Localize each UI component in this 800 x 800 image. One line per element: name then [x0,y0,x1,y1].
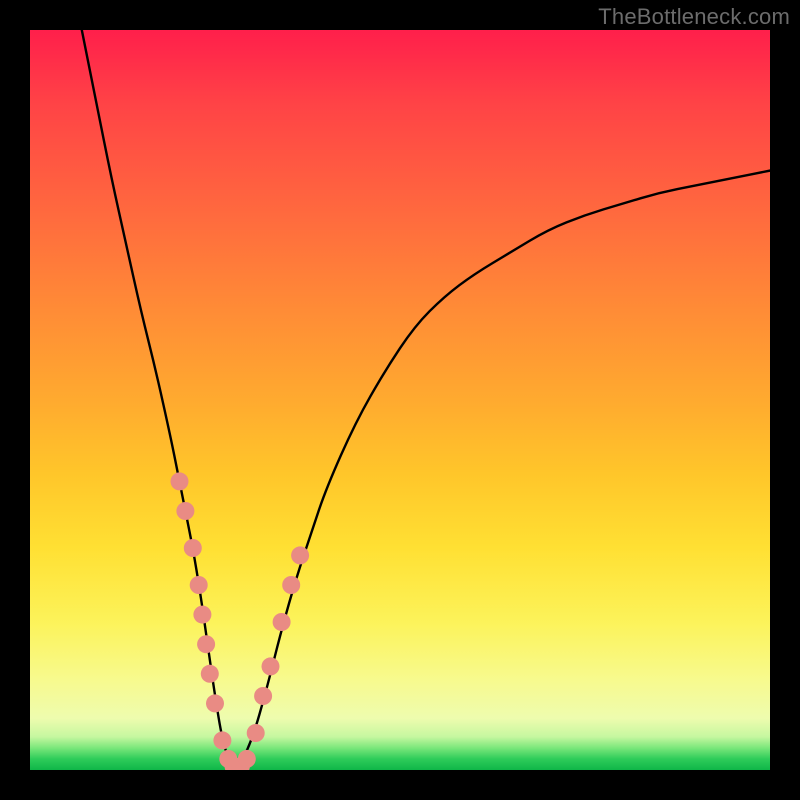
highlight-dots [171,472,310,770]
highlight-dot [238,750,256,768]
highlight-dot [247,724,265,742]
highlight-dot [197,635,215,653]
highlight-dot [206,694,224,712]
watermark-text: TheBottleneck.com [598,4,790,30]
plot-area [30,30,770,770]
highlight-dot [273,613,291,631]
highlight-dot [193,606,211,624]
highlight-dot [291,546,309,564]
highlight-dot [190,576,208,594]
highlight-dot [254,687,272,705]
highlight-dot [201,665,219,683]
chart-frame: TheBottleneck.com [0,0,800,800]
highlight-dot [262,657,280,675]
highlight-dot [184,539,202,557]
chart-svg [30,30,770,770]
highlight-dot [282,576,300,594]
highlight-dot [171,472,189,490]
highlight-dot [213,731,231,749]
highlight-dot [176,502,194,520]
bottleneck-curve [82,30,770,767]
